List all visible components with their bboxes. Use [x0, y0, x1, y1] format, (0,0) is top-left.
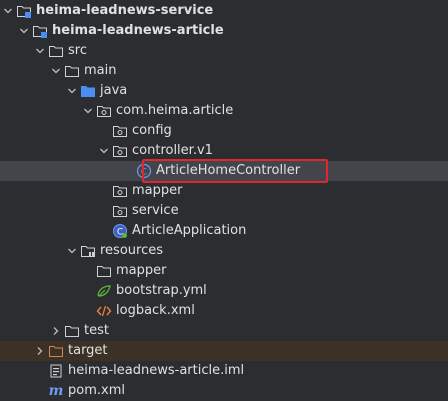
module-folder-icon [32, 23, 48, 39]
tree-node-label: config [132, 123, 172, 138]
tree-node-mapper-package[interactable]: mapper [0, 181, 448, 201]
chevron-down-icon[interactable] [48, 61, 64, 81]
xml-file-icon [96, 303, 112, 319]
maven-icon: m [48, 383, 64, 399]
tree-node-label: com.heima.article [116, 103, 234, 118]
tree-node-target[interactable]: target [0, 341, 448, 361]
tree-node-com-heima-article[interactable]: com.heima.article [0, 101, 448, 121]
chevron-down-icon[interactable] [96, 141, 112, 161]
chevron-down-icon[interactable] [64, 81, 80, 101]
tree-node-resources[interactable]: resources [0, 241, 448, 261]
tree-node-label: mapper [132, 183, 183, 198]
tree-node-label: heima-leadnews-article [52, 23, 224, 38]
tree-node-java[interactable]: java [0, 81, 448, 101]
tree-node-label: heima-leadnews-service [36, 3, 214, 18]
tree-node-logback-xml[interactable]: logback.xml [0, 301, 448, 321]
tree-node-pom-xml[interactable]: m pom.xml [0, 381, 448, 401]
tree-node-label: service [132, 203, 179, 218]
tree-node-config[interactable]: config [0, 121, 448, 141]
tree-node-label: pom.xml [68, 383, 125, 398]
folder-icon [96, 263, 112, 279]
yaml-file-icon [96, 283, 112, 299]
tree-node-label: resources [100, 243, 164, 258]
tree-node-iml-file[interactable]: heima-leadnews-article.iml [0, 361, 448, 381]
tree-node-label: logback.xml [116, 303, 195, 318]
tree-node-label: heima-leadnews-article.iml [68, 363, 245, 378]
chevron-down-icon[interactable] [32, 41, 48, 61]
folder-icon [64, 63, 80, 79]
highlight-annotation-box [142, 159, 328, 183]
tree-node-label: src [68, 43, 87, 58]
chevron-right-icon[interactable] [48, 321, 64, 341]
iml-file-icon [48, 363, 64, 379]
chevron-down-icon[interactable] [0, 1, 16, 21]
chevron-down-icon[interactable] [64, 241, 80, 261]
chevron-right-icon[interactable] [32, 341, 48, 361]
tree-node-bootstrap-yml[interactable]: bootstrap.yml [0, 281, 448, 301]
tree-node-service[interactable]: service [0, 201, 448, 221]
chevron-down-icon[interactable] [80, 101, 96, 121]
folder-icon [48, 43, 64, 59]
tree-node-article-application[interactable]: C ArticleApplication [0, 221, 448, 241]
chevron-down-icon[interactable] [16, 21, 32, 41]
tree-node-label: main [84, 63, 117, 78]
tree-node-label: controller.v1 [132, 143, 213, 158]
tree-node-label: ArticleApplication [132, 223, 247, 238]
source-folder-icon [80, 83, 96, 99]
tree-node-label: target [68, 343, 108, 358]
resources-folder-icon [80, 243, 96, 259]
tree-node-heima-leadnews-service[interactable]: heima-leadnews-service [0, 1, 448, 21]
package-icon [112, 183, 128, 199]
tree-node-main[interactable]: main [0, 61, 448, 81]
package-icon [96, 103, 112, 119]
package-icon [112, 203, 128, 219]
package-icon [112, 123, 128, 139]
project-tree: heima-leadnews-service heima-leadnews-ar… [0, 0, 448, 401]
tree-node-label: bootstrap.yml [116, 283, 207, 298]
folder-icon [64, 323, 80, 339]
tree-node-controller-v1[interactable]: controller.v1 [0, 141, 448, 161]
tree-node-label: java [100, 83, 128, 98]
excluded-folder-icon [48, 343, 64, 359]
module-folder-icon [16, 3, 32, 19]
tree-node-mapper-folder[interactable]: mapper [0, 261, 448, 281]
tree-node-label: mapper [116, 263, 167, 278]
tree-node-src[interactable]: src [0, 41, 448, 61]
spring-app-class-icon: C [112, 223, 128, 239]
package-icon [112, 143, 128, 159]
tree-node-label: test [84, 323, 109, 338]
tree-node-test[interactable]: test [0, 321, 448, 341]
tree-node-heima-leadnews-article[interactable]: heima-leadnews-article [0, 21, 448, 41]
